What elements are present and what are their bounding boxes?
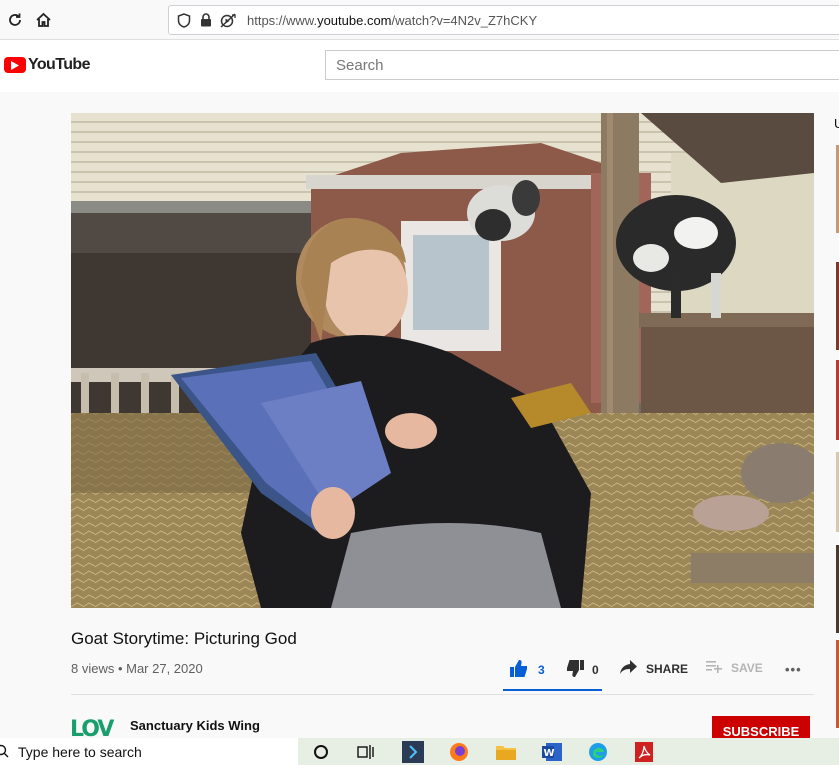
- youtube-header: YouTube: [0, 40, 839, 92]
- taskbar-search-placeholder: Type here to search: [18, 743, 142, 760]
- url-prefix: https://www.: [247, 12, 318, 28]
- search-input[interactable]: [336, 56, 839, 74]
- dislike-count: 0: [592, 663, 599, 677]
- url-path: /watch?v=4N2v_Z7hCKY: [391, 12, 538, 28]
- youtube-logo-text: YouTube: [28, 56, 90, 73]
- video-frame: [71, 113, 814, 608]
- video-meta: 8 views • Mar 27, 2020: [71, 661, 203, 676]
- share-button[interactable]: SHARE: [620, 660, 688, 677]
- firefox-icon[interactable]: [448, 741, 470, 763]
- thumbs-up-icon: [510, 660, 528, 680]
- like-sentiment-bar: [503, 689, 602, 691]
- cortana-icon[interactable]: [310, 741, 332, 763]
- file-explorer-icon[interactable]: [495, 741, 517, 763]
- lock-icon[interactable]: [197, 11, 215, 29]
- youtube-logo[interactable]: YouTube: [4, 56, 90, 74]
- screen: https://www.youtube.com/watch?v=4N2v_Z7h…: [0, 0, 839, 765]
- add-to-playlist-icon: [706, 660, 723, 676]
- tracking-shield-icon[interactable]: [175, 11, 193, 29]
- share-icon: [620, 660, 637, 677]
- windows-taskbar: Type here to search W: [0, 738, 839, 765]
- address-bar[interactable]: https://www.youtube.com/watch?v=4N2v_Z7h…: [168, 5, 839, 35]
- save-button[interactable]: SAVE: [706, 660, 763, 676]
- thumbs-down-icon: [566, 660, 584, 680]
- dislike-button[interactable]: 0: [566, 660, 599, 680]
- channel-avatar[interactable]: LOVE: [70, 712, 114, 738]
- share-label: SHARE: [646, 661, 689, 676]
- like-count: 3: [538, 663, 545, 677]
- edge-icon[interactable]: [587, 741, 609, 763]
- taskbar-search-box[interactable]: Type here to search: [0, 738, 298, 765]
- sidebar-partial-heading: U: [834, 116, 839, 131]
- reload-icon[interactable]: [4, 9, 26, 31]
- autoplay-blocked-icon[interactable]: [219, 11, 237, 29]
- video-title: Goat Storytime: Picturing God: [71, 629, 297, 648]
- more-actions-button[interactable]: •••: [785, 662, 802, 677]
- terminal-app-icon[interactable]: [402, 741, 424, 763]
- save-label: SAVE: [731, 661, 763, 675]
- url-text[interactable]: https://www.youtube.com/watch?v=4N2v_Z7h…: [247, 13, 537, 28]
- word-icon[interactable]: W: [541, 741, 563, 763]
- acrobat-icon[interactable]: [633, 741, 655, 763]
- task-view-icon[interactable]: [355, 741, 377, 763]
- channel-name[interactable]: Sanctuary Kids Wing: [130, 718, 260, 733]
- like-button[interactable]: 3: [510, 660, 545, 680]
- svg-text:W: W: [544, 748, 555, 759]
- divider: [71, 694, 814, 695]
- search-box[interactable]: [325, 50, 839, 80]
- browser-toolbar: https://www.youtube.com/watch?v=4N2v_Z7h…: [0, 0, 839, 40]
- search-icon: [0, 744, 9, 763]
- home-icon[interactable]: [32, 9, 54, 31]
- url-domain: youtube.com: [317, 12, 392, 28]
- video-player[interactable]: [71, 113, 814, 608]
- youtube-play-icon: [4, 57, 26, 73]
- channel-logo-text: LOVE: [70, 717, 114, 738]
